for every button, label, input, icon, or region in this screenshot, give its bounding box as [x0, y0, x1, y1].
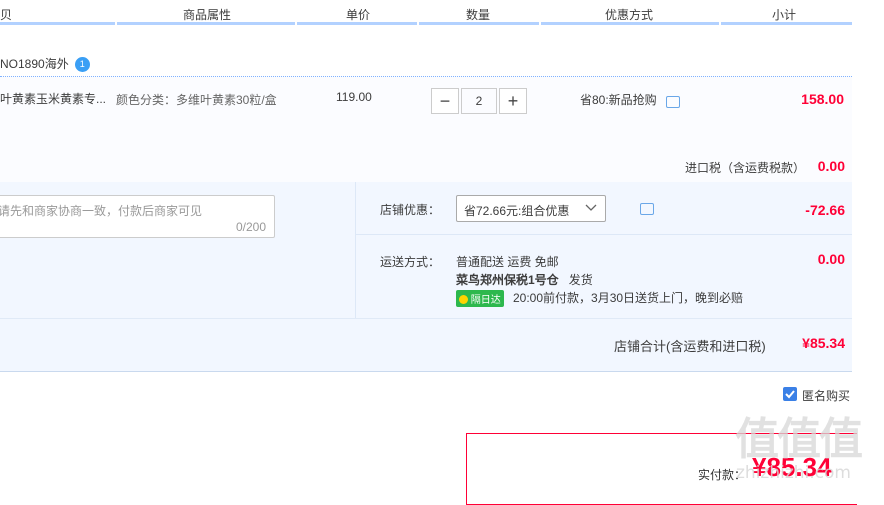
item-title[interactable]: 叶黄素玉米黄素专... [0, 90, 106, 107]
header-underline [721, 22, 852, 25]
divider [355, 182, 356, 318]
message-placeholder: 请先和商家协商一致，付款后商家可见 [0, 204, 203, 218]
qty-input[interactable]: 2 [461, 88, 497, 114]
message-counter: 0/200 [235, 220, 266, 234]
item-attr: 颜色分类：多维叶黄素30粒/盒 [116, 93, 277, 107]
shop-total-label: 店铺合计(含运费和进口税) [614, 339, 766, 354]
next-day-badge: 隔日达 [456, 290, 504, 307]
watermark-logo: 值值值 [735, 414, 863, 465]
shop-total-value: ¥85.34 [802, 335, 845, 351]
table-header: 贝 商品属性 单价 数量 优惠方式 小计 [0, 0, 852, 26]
message-field[interactable]: 请先和商家协商一致，付款后商家可见 0/200 [0, 195, 275, 238]
col-subtotal: 小计 [772, 8, 797, 22]
warehouse-name: 菜鸟郑州保税1号仓 [456, 273, 559, 287]
tax-value: 0.00 [817, 158, 845, 174]
header-underline [0, 22, 115, 25]
item-promo: 省80:新品抢购 [580, 93, 657, 107]
item-price: 119.00 [336, 90, 372, 104]
col-price: 单价 [346, 8, 371, 22]
watermark-url: zhizhizhi.com [736, 463, 851, 483]
ship-word: 发货 [568, 273, 593, 287]
item-subtotal: 158.00 [801, 91, 844, 107]
chat-icon[interactable] [666, 96, 680, 108]
shipping-warehouse: 菜鸟郑州保税1号仓 发货 [456, 271, 593, 288]
bolt-icon [459, 295, 468, 304]
header-underline [419, 22, 539, 25]
tax-label: 进口税（含运费税款） [685, 161, 806, 175]
shop-discount-label: 店铺优惠： [380, 203, 441, 217]
chat-icon[interactable] [640, 203, 655, 215]
shipping-label: 运送方式： [380, 255, 441, 269]
shipping-method: 普通配送 运费 免邮 [456, 255, 559, 269]
col-item: 贝 [0, 8, 13, 22]
qty-plus-button[interactable]: + [499, 88, 527, 114]
discount-selected[interactable]: 省72.66元:组合优惠 [464, 202, 569, 219]
shipping-note: 20:00前付款，3月30日送货上门，晚到必赔 [513, 291, 744, 305]
anonymous-label[interactable]: 匿名购买 [802, 387, 850, 404]
col-attr: 商品属性 [183, 8, 232, 22]
qty-minus-button[interactable]: − [431, 88, 459, 114]
header-underline [117, 22, 295, 25]
header-underline [541, 22, 719, 25]
col-qty: 数量 [466, 8, 491, 22]
discount-select[interactable]: 省72.66元:组合优惠 [456, 195, 606, 222]
header-underline [297, 22, 417, 25]
shipping-value: 0.00 [817, 251, 845, 267]
anonymous-checkbox[interactable] [783, 387, 797, 401]
shop-name-label[interactable]: NO1890海外 [0, 57, 69, 71]
shop-name[interactable]: NO1890海外 1 [0, 55, 90, 73]
chevron-down-icon [585, 204, 597, 211]
col-promo: 优惠方式 [605, 8, 654, 22]
discount-value: -72.66 [805, 202, 845, 218]
next-day-tag: 隔日达 [470, 295, 501, 306]
check-icon [785, 390, 795, 399]
wangwang-icon[interactable]: 1 [74, 57, 90, 73]
divider [356, 234, 852, 235]
